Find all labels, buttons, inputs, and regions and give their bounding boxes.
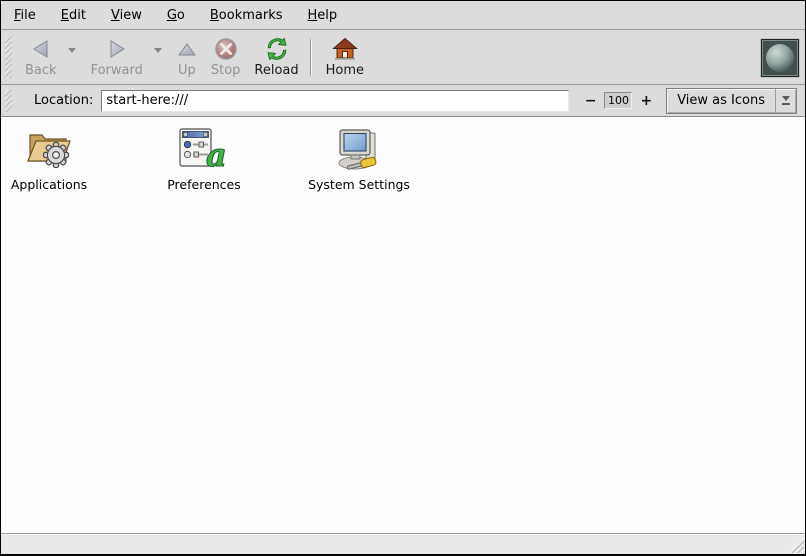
svg-text:a: a bbox=[206, 136, 227, 172]
location-input[interactable] bbox=[101, 90, 568, 112]
applications-folder-gear-icon bbox=[25, 126, 73, 172]
preferences-window-icon: a bbox=[178, 126, 230, 172]
zoom-controls: − 100 + bbox=[581, 92, 656, 109]
up-label: Up bbox=[178, 63, 196, 78]
menu-view[interactable]: View bbox=[108, 5, 145, 26]
forward-arrow-icon bbox=[106, 36, 128, 62]
zoom-level-indicator[interactable]: 100 bbox=[604, 92, 632, 109]
toolbar-spacer bbox=[371, 33, 761, 82]
menu-go[interactable]: Go bbox=[164, 5, 188, 26]
back-button[interactable]: Back bbox=[18, 33, 64, 82]
up-arrow-icon bbox=[177, 36, 197, 62]
desktop-item-label: Applications bbox=[11, 177, 87, 192]
desktop-item-system-settings[interactable]: System Settings bbox=[321, 126, 397, 192]
desktop-item-applications[interactable]: Applications bbox=[11, 126, 87, 192]
stop-button[interactable]: Stop bbox=[204, 33, 248, 82]
toolbar: Back Forward Up Stop bbox=[1, 30, 805, 85]
menu-bar: File Edit View Go Bookmarks Help bbox=[1, 1, 805, 30]
forward-button[interactable]: Forward bbox=[84, 33, 150, 82]
status-bar bbox=[1, 533, 805, 554]
view-mode-dropdown[interactable]: View as Icons bbox=[666, 88, 797, 114]
menu-help[interactable]: Help bbox=[305, 5, 341, 26]
chevron-down-icon bbox=[154, 48, 162, 53]
desktop-item-preferences[interactable]: a Preferences bbox=[166, 126, 242, 192]
location-label: Location: bbox=[34, 93, 93, 108]
forward-history-dropdown[interactable] bbox=[150, 33, 166, 68]
desktop-item-label: System Settings bbox=[308, 177, 410, 192]
back-label: Back bbox=[25, 63, 57, 78]
dropdown-arrow-icon bbox=[775, 89, 796, 113]
zoom-in-button[interactable]: + bbox=[636, 93, 656, 109]
location-bar-grip-handle[interactable] bbox=[5, 90, 12, 112]
stop-icon bbox=[214, 36, 238, 62]
back-history-dropdown[interactable] bbox=[64, 33, 80, 68]
back-arrow-icon bbox=[30, 36, 52, 62]
reload-button[interactable]: Reload bbox=[247, 33, 305, 82]
resize-grip-handle[interactable] bbox=[788, 537, 804, 553]
menu-edit[interactable]: Edit bbox=[58, 5, 89, 26]
home-label: Home bbox=[326, 63, 364, 78]
toolbar-grip-handle[interactable] bbox=[5, 37, 12, 78]
home-icon bbox=[332, 36, 358, 62]
home-button[interactable]: Home bbox=[319, 33, 371, 82]
location-bar: Location: − 100 + View as Icons bbox=[1, 85, 805, 117]
view-mode-label: View as Icons bbox=[667, 89, 775, 113]
icon-view-pane[interactable]: Applications a Preferences bbox=[1, 117, 805, 533]
computer-screwdriver-icon bbox=[333, 126, 385, 172]
menu-file[interactable]: File bbox=[11, 5, 39, 26]
throbber-icon[interactable] bbox=[761, 39, 799, 77]
stop-label: Stop bbox=[211, 63, 241, 78]
up-button[interactable]: Up bbox=[170, 33, 204, 82]
zoom-out-button[interactable]: − bbox=[581, 93, 601, 109]
forward-label: Forward bbox=[91, 63, 143, 78]
throbber-sphere bbox=[766, 44, 794, 72]
desktop-item-label: Preferences bbox=[167, 177, 241, 192]
chevron-down-icon bbox=[68, 48, 76, 53]
reload-icon bbox=[265, 36, 289, 62]
reload-label: Reload bbox=[254, 63, 298, 78]
toolbar-separator bbox=[310, 39, 311, 76]
menu-bookmarks[interactable]: Bookmarks bbox=[207, 5, 286, 26]
file-manager-window: File Edit View Go Bookmarks Help Back Fo… bbox=[0, 0, 806, 556]
